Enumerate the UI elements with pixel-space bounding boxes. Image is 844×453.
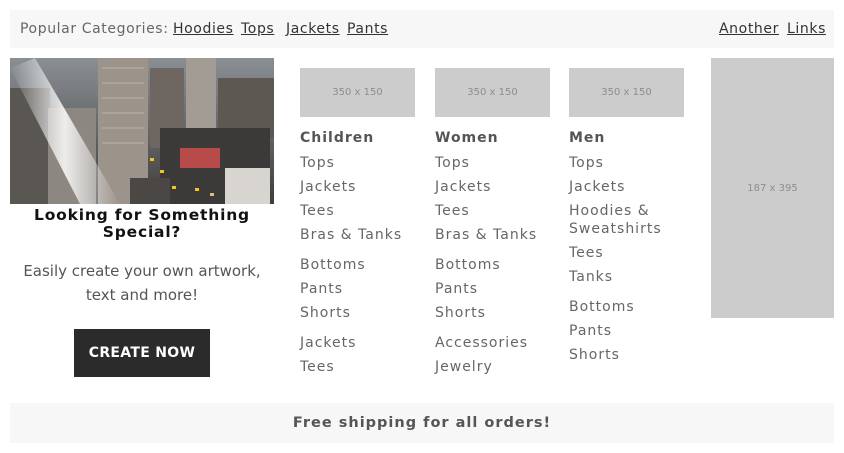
- link-group: Bottoms Pants Shorts: [300, 256, 415, 322]
- link-group: Bottoms Pants Shorts: [569, 298, 689, 364]
- menu-link-jackets[interactable]: Jackets: [435, 178, 550, 196]
- menu-link-tees[interactable]: Tees: [300, 358, 415, 376]
- link-group: Jackets Tees: [300, 334, 415, 376]
- popular-categories-label: Popular Categories:: [20, 21, 169, 37]
- link-group: Tops Jackets Tees Bras & Tanks: [435, 154, 550, 244]
- menu-link-bottoms[interactable]: Bottoms: [569, 298, 689, 316]
- menu-link-shorts[interactable]: Shorts: [435, 304, 550, 322]
- side-ad-placeholder: 187 x 395: [711, 58, 834, 318]
- menu-column-women: 350 x 150 Women Tops Jackets Tees Bras &…: [435, 68, 550, 376]
- create-now-button[interactable]: CREATE NOW: [74, 329, 210, 377]
- menu-link-hoodies-sweatshirts[interactable]: Hoodies & Sweatshirts: [569, 202, 689, 238]
- city-skyline-image: [10, 58, 274, 204]
- column-title: Men: [569, 130, 606, 146]
- menu-link-tees[interactable]: Tees: [569, 244, 689, 262]
- category-link-hoodies[interactable]: Hoodies: [173, 21, 234, 37]
- promo-title: Looking for Something Special?: [34, 206, 250, 241]
- menu-link-tees[interactable]: Tees: [435, 202, 550, 220]
- column-thumbnail: 350 x 150: [435, 68, 550, 117]
- category-link-jackets[interactable]: Jackets: [286, 21, 340, 37]
- column-title: Women: [435, 130, 499, 146]
- menu-link-shorts[interactable]: Shorts: [300, 304, 415, 322]
- category-link-tops[interactable]: Tops: [241, 21, 274, 37]
- menu-link-jackets[interactable]: Jackets: [300, 334, 415, 352]
- link-group: Accessories Jewelry: [435, 334, 550, 376]
- menu-link-tops[interactable]: Tops: [300, 154, 415, 172]
- menu-link-bras-tanks[interactable]: Bras & Tanks: [300, 226, 415, 244]
- link-group: Tops Jackets Hoodies & Sweatshirts Tees …: [569, 154, 689, 286]
- promo-text: Easily create your own artwork, text and…: [23, 262, 261, 304]
- column-thumbnail: 350 x 150: [300, 68, 415, 117]
- category-link-pants[interactable]: Pants: [347, 21, 388, 37]
- menu-link-pants[interactable]: Pants: [300, 280, 415, 298]
- menu-link-pants[interactable]: Pants: [435, 280, 550, 298]
- menu-link-tops[interactable]: Tops: [435, 154, 550, 172]
- menu-link-bottoms[interactable]: Bottoms: [300, 256, 415, 274]
- menu-link-tees[interactable]: Tees: [300, 202, 415, 220]
- menu-link-accessories[interactable]: Accessories: [435, 334, 550, 352]
- menu-link-jackets[interactable]: Jackets: [300, 178, 415, 196]
- links-link[interactable]: Links: [787, 21, 826, 37]
- menu-column-men: 350 x 150 Men Tops Jackets Hoodies & Swe…: [569, 68, 689, 364]
- menu-link-pants[interactable]: Pants: [569, 322, 689, 340]
- another-link[interactable]: Another: [719, 21, 779, 37]
- column-title: Children: [300, 130, 375, 146]
- menu-link-bras-tanks[interactable]: Bras & Tanks: [435, 226, 550, 244]
- link-group: Bottoms Pants Shorts: [435, 256, 550, 322]
- column-thumbnail: 350 x 150: [569, 68, 684, 117]
- menu-link-tops[interactable]: Tops: [569, 154, 689, 172]
- link-group: Tops Jackets Tees Bras & Tanks: [300, 154, 415, 244]
- menu-link-jackets[interactable]: Jackets: [569, 178, 689, 196]
- free-shipping-banner: Free shipping for all orders!: [10, 403, 834, 443]
- menu-column-children: 350 x 150 Children Tops Jackets Tees Bra…: [300, 68, 415, 376]
- menu-link-bottoms[interactable]: Bottoms: [435, 256, 550, 274]
- popular-categories-bar: Popular Categories: Hoodies Tops Jackets…: [10, 10, 834, 48]
- menu-link-shorts[interactable]: Shorts: [569, 346, 689, 364]
- menu-link-tanks[interactable]: Tanks: [569, 268, 689, 286]
- menu-link-jewelry[interactable]: Jewelry: [435, 358, 550, 376]
